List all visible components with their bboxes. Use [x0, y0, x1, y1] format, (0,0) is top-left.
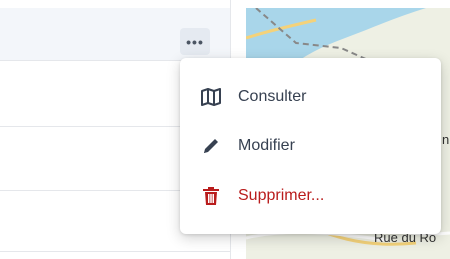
menu-item-supprimer[interactable]: Supprimer...	[180, 176, 441, 216]
more-options-button[interactable]: •••	[180, 28, 210, 55]
menu-item-consulter[interactable]: Consulter	[180, 77, 441, 117]
list-header: •••	[0, 8, 230, 61]
trash-icon	[200, 185, 222, 207]
context-menu: Consulter Modifier Supprimer...	[180, 58, 441, 234]
map-open-icon	[200, 86, 222, 108]
map-label: n	[442, 132, 450, 147]
pencil-icon	[200, 135, 222, 157]
menu-item-modifier[interactable]: Modifier	[180, 126, 441, 166]
menu-item-label: Consulter	[238, 88, 307, 105]
menu-item-label: Modifier	[238, 137, 295, 154]
menu-item-label: Supprimer...	[238, 187, 325, 204]
